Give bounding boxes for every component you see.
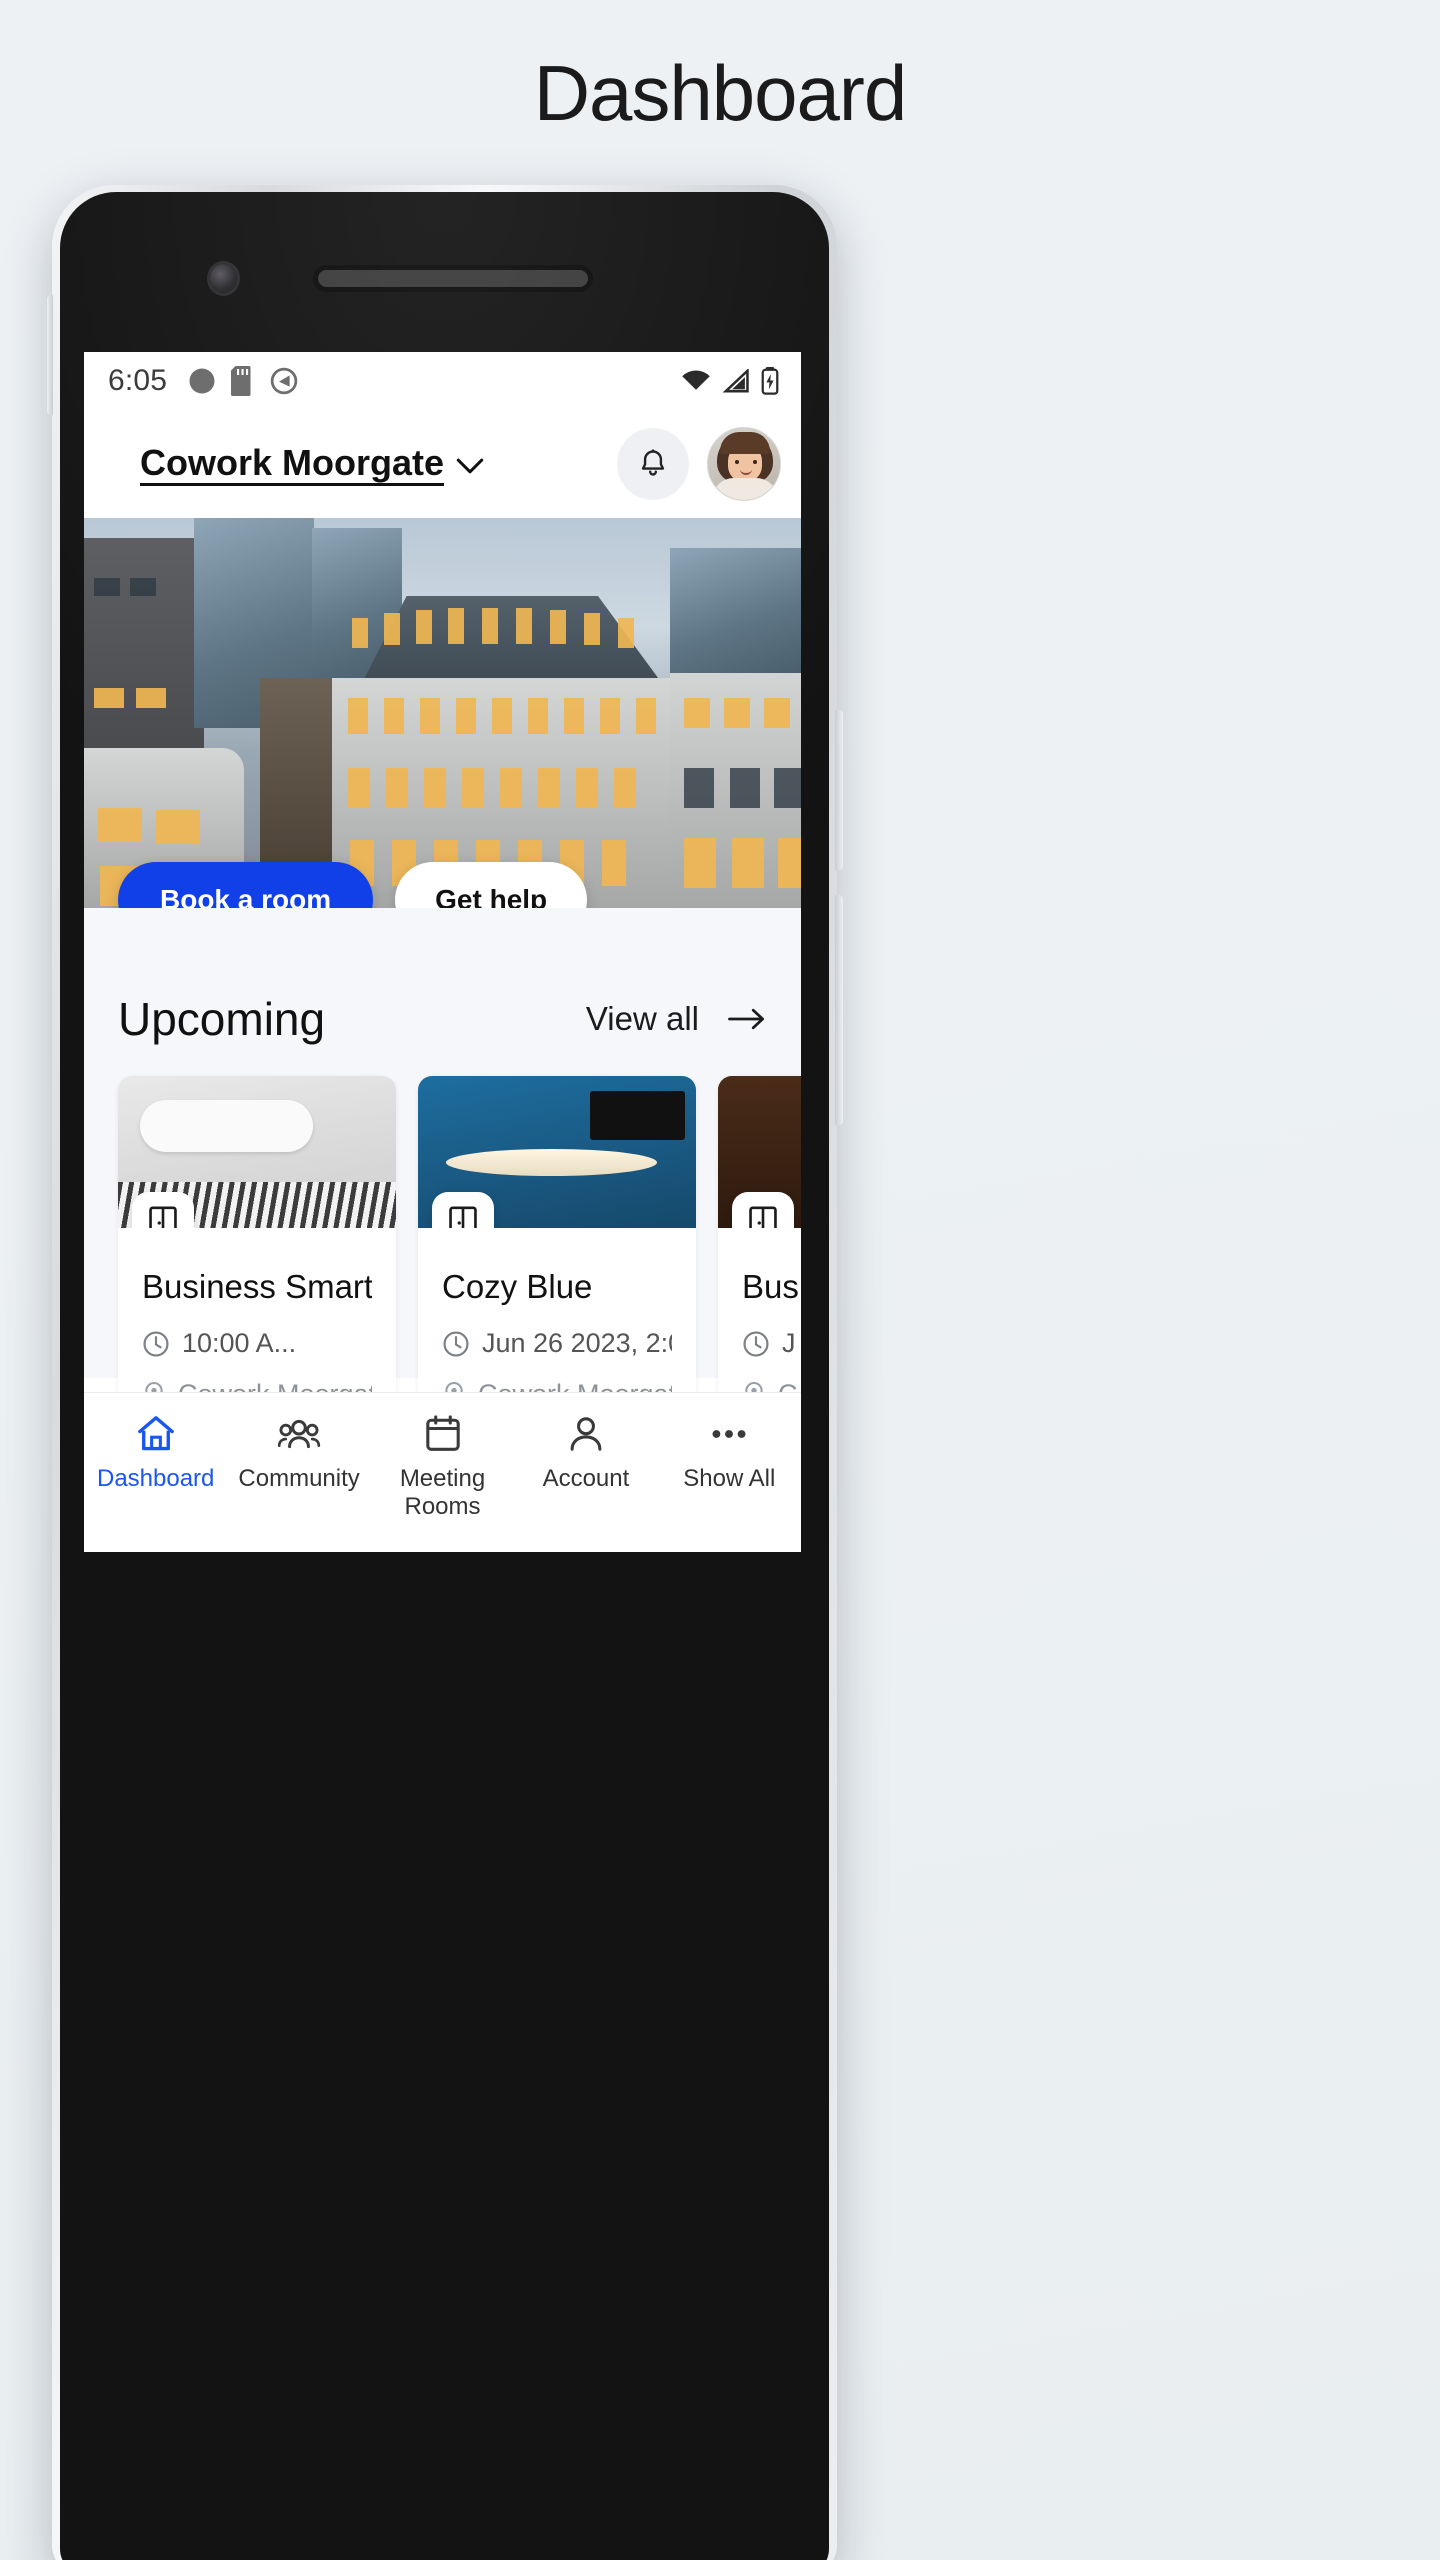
card-time-text: J (782, 1328, 796, 1358)
status-left-icons (187, 366, 299, 396)
ellipsis-icon (707, 1413, 751, 1455)
earpiece-speaker (318, 270, 588, 287)
avatar-body (712, 478, 778, 500)
cellular-signal-icon (722, 369, 750, 393)
sd-card-icon (231, 366, 255, 396)
status-time: 6:05 (108, 364, 168, 397)
home-icon (135, 1413, 177, 1455)
card-time-text: Jun 26 2023, 2:0... (482, 1328, 672, 1358)
phone-screen: 6:05 Cowork Moorgate Book a room Get hel… (84, 352, 801, 1552)
nav-item-meeting-rooms[interactable]: Meeting Rooms (371, 1393, 514, 1552)
nav-label: Account (542, 1465, 630, 1492)
view-all-link[interactable]: View all (586, 1000, 699, 1038)
phone-mockup: 6:05 Cowork Moorgate Book a room Get hel… (47, 185, 843, 2560)
nav-label: Community (238, 1465, 360, 1492)
clock-icon (442, 1330, 470, 1358)
app-header: Cowork Moorgate (84, 410, 801, 518)
calendar-icon (423, 1413, 463, 1455)
nav-item-show-all[interactable]: Show All (658, 1393, 801, 1552)
front-camera-icon (210, 264, 237, 293)
side-button-left[interactable] (47, 295, 53, 415)
section-title-upcoming: Upcoming (118, 993, 326, 1045)
card-image (418, 1076, 696, 1228)
hero-image: Book a room Get help (84, 518, 801, 908)
location-name: Cowork Moorgate (140, 442, 445, 487)
person-icon (566, 1413, 606, 1455)
card-time-row: Jun 26 2023, 2:0... (442, 1328, 672, 1359)
avatar-eye-right (753, 460, 757, 464)
power-button[interactable] (835, 710, 843, 870)
card-image (118, 1076, 396, 1228)
do-not-disturb-icon (269, 366, 299, 396)
status-bar: 6:05 (84, 352, 801, 410)
nav-item-community[interactable]: Community (227, 1393, 370, 1552)
main-content: Upcoming View all Business Smart 10:00 A… (84, 908, 801, 1452)
upcoming-section-header: Upcoming View all (84, 992, 801, 1046)
notifications-button[interactable] (617, 428, 689, 500)
card-room-name: Business Smart (142, 1268, 372, 1305)
avatar[interactable] (707, 427, 781, 501)
page-title: Dashboard (533, 49, 908, 137)
people-icon (277, 1413, 321, 1455)
get-help-button[interactable]: Get help (395, 862, 588, 908)
chevron-down-icon (456, 457, 484, 475)
bell-icon (636, 447, 670, 481)
card-time-row: 10:00 A... (142, 1328, 372, 1359)
location-selector[interactable]: Cowork Moorgate (140, 442, 484, 487)
card-room-name: Bus (742, 1268, 799, 1305)
nav-item-account[interactable]: Account (514, 1393, 657, 1552)
avatar-hair-front (720, 432, 770, 454)
room-door-icon (432, 1192, 494, 1228)
status-right-icons (681, 367, 779, 395)
hero-cta-row: Book a room Get help (118, 862, 588, 908)
card-room-name: Cozy Blue (442, 1268, 593, 1305)
nav-label: Meeting Rooms (399, 1465, 486, 1520)
clock-icon (742, 1330, 770, 1358)
card-image (718, 1076, 801, 1228)
app-logo-icon (187, 366, 217, 396)
room-door-icon (732, 1192, 794, 1228)
nav-label: Dashboard (96, 1465, 215, 1492)
nav-item-dashboard[interactable]: Dashboard (84, 1393, 227, 1552)
room-door-icon (132, 1192, 194, 1228)
arrow-right-icon[interactable] (727, 1006, 767, 1032)
wifi-icon (681, 369, 711, 393)
clock-icon (142, 1330, 170, 1358)
book-a-room-button[interactable]: Book a room (118, 862, 374, 908)
nav-label: Show All (683, 1465, 776, 1492)
avatar-eye-left (735, 460, 739, 464)
battery-charging-icon (761, 367, 779, 395)
card-time-text: 10:00 A... (182, 1328, 297, 1358)
bottom-navigation: Dashboard Community Meeting Rooms Accoun… (84, 1392, 801, 1552)
page-root: Dashboard 6:05 Cowork Moorgate Book a ro… (0, 0, 1440, 2560)
volume-button[interactable] (835, 895, 843, 1125)
card-time-row: J (742, 1328, 801, 1359)
